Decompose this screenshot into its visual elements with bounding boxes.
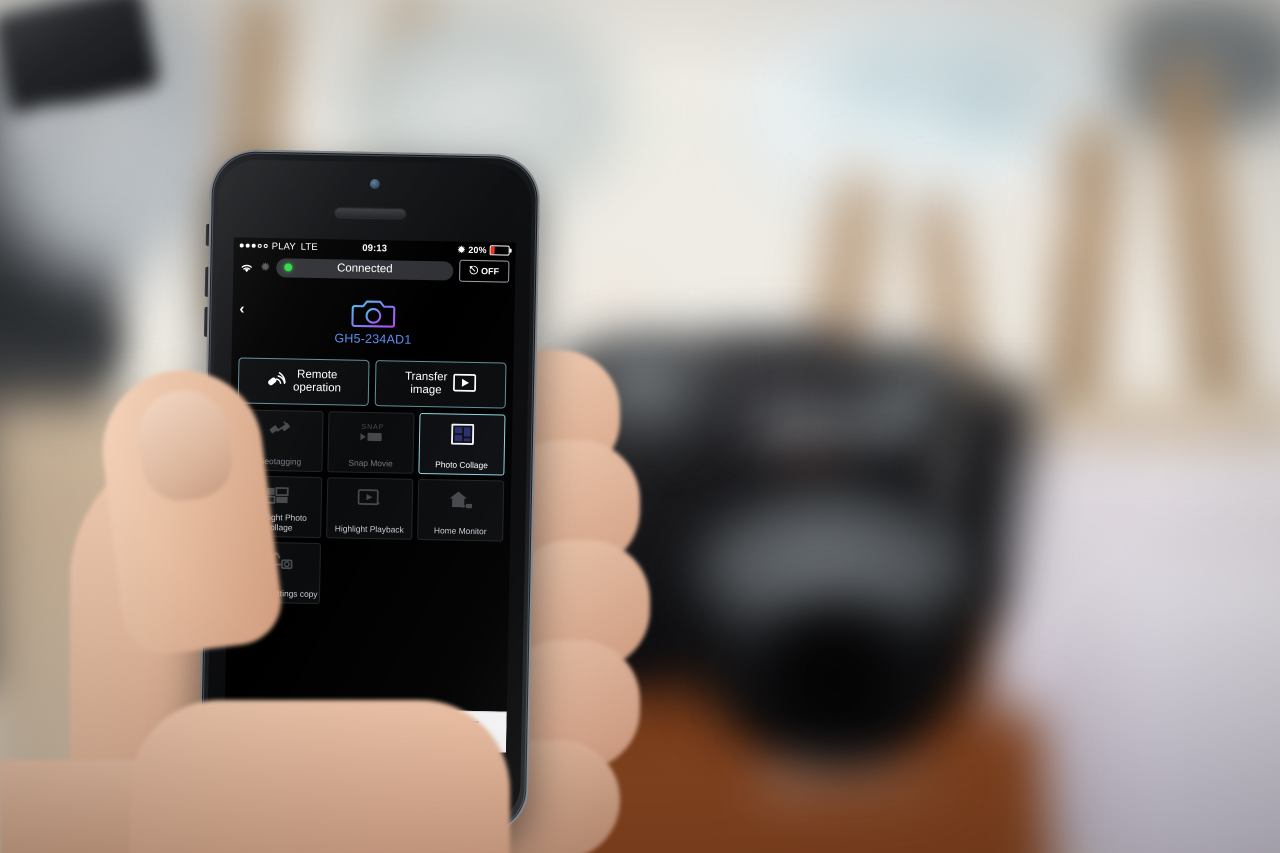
background-bokeh [620, 100, 680, 160]
table-surface-light-right [1120, 560, 1280, 853]
background-bokeh [970, 170, 1060, 260]
camera-lens-aperture [745, 600, 925, 760]
background-bokeh [580, 270, 650, 340]
hand-lower-palm [130, 700, 510, 853]
camera-brand-logo [760, 415, 900, 441]
camera-lens-markings [760, 770, 940, 792]
photo-scene: PLAY LTE 09:13 ✹ 20% ✹ Connected ⎋ OFF ‹… [0, 0, 1280, 853]
background-cushion-pattern [790, 30, 1090, 160]
